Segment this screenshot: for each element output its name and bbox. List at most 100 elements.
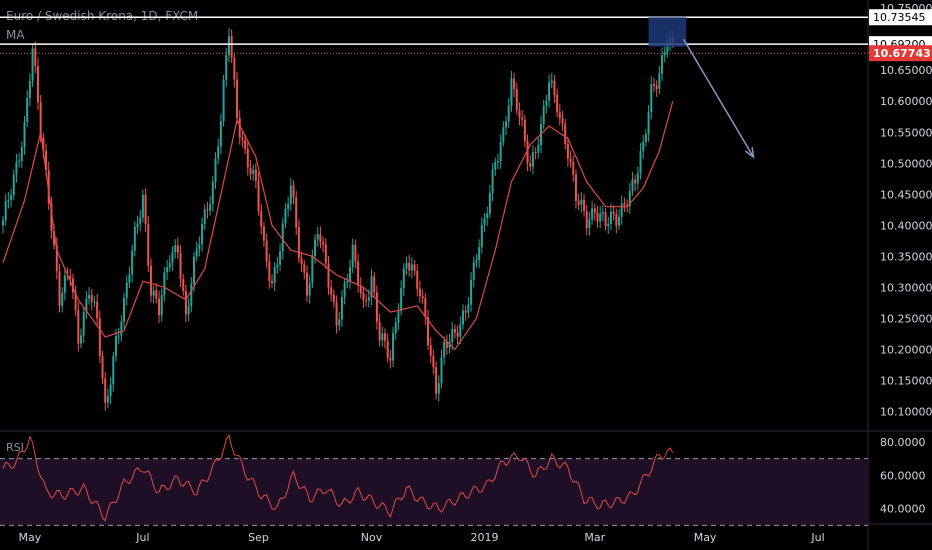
candle-body: [206, 209, 209, 211]
candle-body: [467, 304, 470, 313]
price-axis-tick: 10.65000: [880, 64, 932, 77]
candle-body: [34, 48, 37, 67]
price-axis-tick: 10.50000: [880, 157, 932, 170]
supply-zone-box: [648, 17, 687, 47]
candle-body: [634, 179, 637, 184]
candle-body: [324, 244, 327, 264]
candle-body: [464, 310, 467, 313]
candle-body: [182, 279, 185, 292]
projection-arrow-head: [745, 147, 755, 159]
candle-body: [542, 105, 545, 125]
candle-body: [591, 208, 594, 220]
candle-body: [147, 223, 150, 266]
price-axis-tick: 10.15000: [880, 374, 932, 387]
candle-body: [23, 121, 26, 148]
candle-body: [564, 123, 567, 145]
candle-body: [96, 301, 99, 319]
price-axis-tick: 10.60000: [880, 95, 932, 108]
candle-body: [254, 169, 257, 181]
candle-body: [7, 199, 10, 202]
candle-body: [26, 98, 29, 122]
candle-body: [642, 141, 645, 152]
candle-body: [112, 356, 115, 385]
candle-body: [225, 55, 228, 80]
candle-body: [308, 283, 311, 296]
candle-body: [128, 274, 131, 283]
candle-body: [279, 251, 282, 265]
rsi-band: [0, 458, 868, 526]
candle-body: [276, 264, 279, 268]
ma-line: [2, 101, 674, 351]
candle-body: [636, 173, 639, 184]
candle-body: [486, 213, 489, 219]
candle-body: [287, 204, 290, 209]
candle-body: [152, 290, 155, 296]
candle-body: [284, 208, 287, 224]
candle-body: [271, 280, 273, 284]
candle-body: [330, 287, 333, 295]
candle-body: [561, 118, 564, 124]
candle-body: [585, 210, 588, 229]
candle-body: [373, 276, 376, 293]
time-axis-tick: Jul: [135, 531, 149, 544]
candle-body: [553, 80, 556, 95]
candle-body: [513, 78, 516, 90]
candle-body: [618, 216, 621, 226]
candle-body: [349, 267, 352, 282]
candle-body: [163, 272, 166, 295]
candle-body: [494, 162, 497, 170]
candle-body: [392, 333, 395, 361]
candle-body: [179, 252, 182, 280]
candle-body: [61, 292, 64, 306]
candle-body: [424, 298, 427, 318]
candle-body: [195, 248, 198, 257]
candle-body: [408, 262, 411, 271]
projection-arrow: [682, 38, 755, 158]
candle-body: [322, 242, 325, 245]
candle-body: [28, 80, 31, 99]
candle-body: [249, 167, 252, 174]
candle-body: [357, 261, 360, 286]
candle-body: [620, 203, 623, 217]
candle-body: [558, 112, 561, 119]
candle-body: [63, 275, 66, 293]
candle-body: [650, 84, 653, 113]
candle-body: [572, 161, 575, 175]
candle-body: [187, 306, 190, 315]
price-chart[interactable]: 10.7500010.6500010.6000010.5500010.50000…: [0, 0, 932, 550]
candle-body: [327, 263, 330, 288]
candle-body: [655, 85, 658, 89]
candle-body: [566, 144, 569, 159]
candle-body: [227, 36, 230, 56]
candle-body: [136, 223, 139, 227]
candle-body: [20, 147, 23, 162]
candle-body: [314, 239, 317, 257]
candle-body: [106, 396, 109, 403]
price-axis-tick: 10.55000: [880, 126, 932, 139]
time-axis-tick: May: [694, 531, 717, 544]
candle-body: [386, 340, 389, 358]
candle-body: [311, 256, 314, 284]
candle-body: [244, 139, 247, 150]
candle-body: [362, 293, 365, 301]
candle-body: [459, 324, 462, 337]
candle-body: [149, 265, 152, 296]
candle-body: [346, 281, 349, 283]
candle-body: [518, 110, 521, 118]
candle-body: [615, 214, 618, 226]
candle-body: [550, 80, 553, 83]
candle-body: [410, 264, 413, 271]
candle-body: [647, 112, 650, 134]
candle-body: [77, 310, 80, 344]
candle-body: [123, 297, 126, 322]
candle-body: [15, 161, 18, 175]
candle-body: [593, 208, 596, 213]
candle-body: [658, 73, 661, 89]
candle-body: [478, 247, 481, 261]
candle-body: [378, 321, 381, 341]
candle-body: [639, 151, 642, 174]
candle-body: [184, 291, 187, 315]
candle-body: [155, 290, 158, 299]
candle-body: [36, 66, 39, 103]
candle-body: [556, 94, 559, 113]
